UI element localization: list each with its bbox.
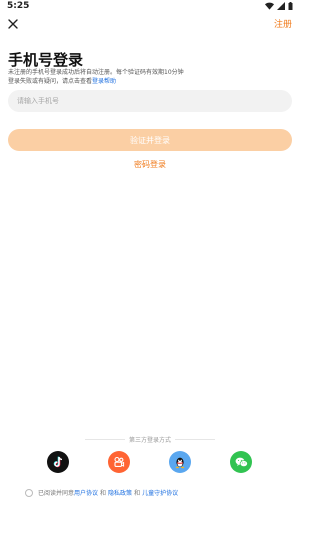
wechat-icon — [235, 457, 248, 467]
description-line-2: 登录失败或有疑问，请点击查看登录帮助 — [8, 77, 293, 86]
login-description: 未注册的手机号登录成功后将自动注册。每个验证码有效期10分钟 登录失败或有疑问，… — [8, 68, 293, 86]
third-party-divider: 第三方登录方式 — [85, 435, 216, 444]
kuaishou-login-button[interactable] — [108, 451, 130, 473]
divider-line-left — [85, 439, 125, 440]
status-icons — [265, 2, 293, 10]
status-bar: 5:25 — [0, 0, 300, 14]
agreement-prefix: 已阅读并同意 — [38, 490, 75, 497]
close-icon[interactable] — [7, 18, 19, 30]
agreement-and-2: 和 — [134, 490, 141, 497]
kuaishou-icon — [114, 456, 125, 467]
wifi-icon — [265, 2, 274, 10]
tiktok-login-button[interactable] — [47, 451, 69, 473]
child-protection-link[interactable]: 儿童守护协议 — [142, 488, 178, 497]
phone-input[interactable] — [8, 90, 292, 112]
login-help-link[interactable]: 登录帮助 — [92, 78, 116, 85]
divider-line-right — [175, 439, 216, 440]
third-party-title: 第三方登录方式 — [129, 437, 172, 444]
qq-login-button[interactable] — [169, 451, 191, 473]
agreement-and-1: 和 — [100, 490, 107, 497]
third-party-login-options — [0, 451, 300, 473]
battery-icon — [288, 2, 293, 10]
privacy-policy-link[interactable]: 隐私政策 — [108, 488, 132, 497]
agreement-row: 已阅读并同意 用户协议 和 隐私政策 和 儿童守护协议 — [25, 488, 178, 497]
tiktok-icon — [53, 456, 62, 468]
agreement-checkbox[interactable] — [25, 488, 33, 497]
verify-login-button[interactable]: 验证并登录 — [8, 129, 292, 151]
wechat-login-button[interactable] — [230, 451, 252, 473]
signal-icon — [277, 2, 285, 10]
page-title: 手机号登录 — [8, 51, 84, 69]
status-time: 5:25 — [7, 1, 30, 11]
register-link[interactable]: 注册 — [274, 17, 292, 30]
description-line-2-text: 登录失败或有疑问，请点击查看 — [8, 78, 93, 85]
password-login-link[interactable]: 密码登录 — [0, 159, 300, 170]
description-line-1: 未注册的手机号登录成功后将自动注册。每个验证码有效期10分钟 — [8, 69, 184, 76]
qq-icon — [175, 457, 185, 468]
user-agreement-link[interactable]: 用户协议 — [74, 488, 98, 497]
